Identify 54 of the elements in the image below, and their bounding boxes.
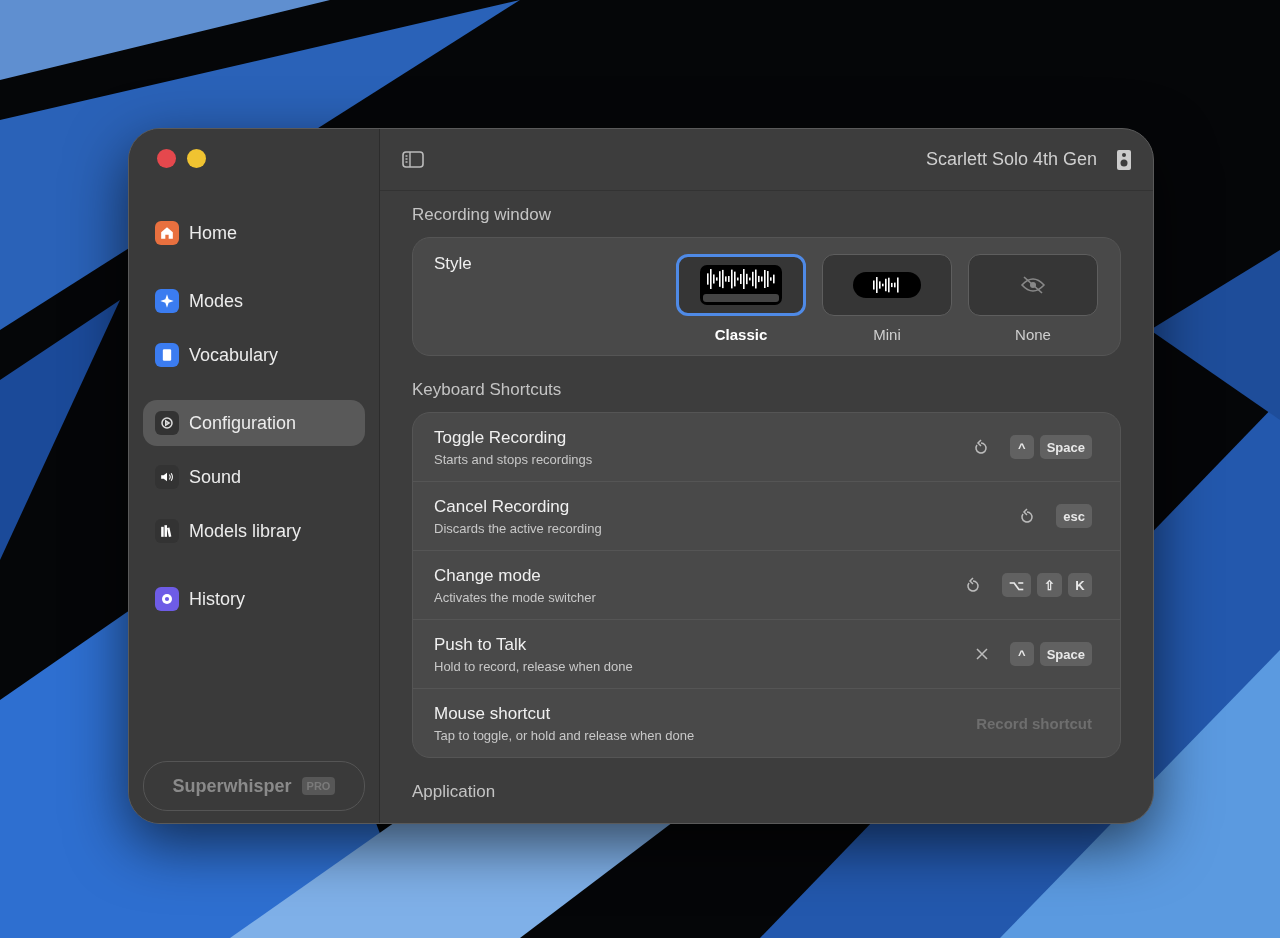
key-cap[interactable]: Space: [1039, 435, 1092, 459]
sidebar-toggle-icon[interactable]: [402, 151, 424, 168]
sidebar-item[interactable]: Home: [143, 210, 365, 256]
style-option[interactable]: [822, 254, 952, 316]
reset-icon[interactable]: [966, 577, 980, 593]
shortcut-title: Cancel Recording: [434, 496, 571, 517]
shortcut-description: Activates the mode switcher: [434, 589, 597, 605]
key-cap[interactable]: ^: [1009, 435, 1034, 459]
option-label: Mini: [873, 326, 901, 343]
key-cap[interactable]: Space: [1039, 642, 1092, 666]
shortcut-title: Toggle Recording: [434, 427, 568, 448]
sidebar-label: Home: [189, 222, 237, 244]
waveform-pill-icon: [853, 272, 921, 298]
sidebar-item[interactable]: Sound: [143, 454, 365, 500]
option-label: None: [1015, 326, 1051, 343]
sidebar-item[interactable]: Vocabulary: [143, 332, 365, 378]
style-option[interactable]: [676, 254, 806, 316]
close-icon[interactable]: [975, 648, 988, 660]
key-cap[interactable]: K: [1068, 573, 1092, 597]
sidebar-label: Sound: [189, 466, 242, 488]
waveform-preview-icon: [700, 265, 782, 305]
shortcut-description: Discards the active recording: [434, 520, 603, 536]
sidebar-label: Modes: [189, 290, 244, 312]
sidebar-label: Configuration: [189, 412, 297, 434]
sidebar-item[interactable]: Models library: [143, 508, 365, 554]
device-name: Scarlett Solo 4th Gen: [925, 149, 1097, 170]
shortcut-description: Tap to toggle, or hold and release when done: [434, 727, 696, 743]
eye-off-icon: [1020, 275, 1046, 295]
sidebar-item[interactable]: Configuration: [143, 400, 365, 446]
shortcut-description: Starts and stops recordings: [434, 451, 594, 467]
app-name: Superwhisper: [172, 775, 292, 797]
shortcut-description: Hold to record, release when done: [434, 658, 634, 674]
sidebar-label: History: [189, 588, 245, 610]
sidebar-item[interactable]: Modes: [143, 278, 365, 324]
section-heading: Application: [412, 782, 497, 802]
key-cap[interactable]: ⌥: [1002, 573, 1031, 597]
key-cap[interactable]: ⇧: [1037, 573, 1062, 597]
window-control[interactable]: [187, 149, 206, 168]
window-control[interactable]: [157, 149, 176, 168]
sidebar-item[interactable]: History: [143, 576, 365, 622]
shortcut-title: Mouse shortcut: [434, 703, 552, 724]
key-cap[interactable]: ^: [1009, 642, 1034, 666]
setting-label: Style: [434, 254, 473, 275]
section-heading: Keyboard Shortcuts: [412, 380, 563, 400]
sidebar-label: Models library: [189, 520, 302, 542]
sidebar-label: Vocabulary: [189, 344, 279, 366]
shortcut-title: Push to Talk: [434, 634, 528, 655]
option-label: Classic: [714, 326, 768, 343]
key-cap[interactable]: esc: [1056, 504, 1092, 528]
speaker-icon[interactable]: [1117, 149, 1131, 170]
shortcut-title: Change mode: [434, 565, 542, 586]
reset-icon[interactable]: [973, 439, 988, 455]
section-heading: Recording window: [412, 205, 552, 225]
reset-icon[interactable]: [1020, 508, 1035, 524]
